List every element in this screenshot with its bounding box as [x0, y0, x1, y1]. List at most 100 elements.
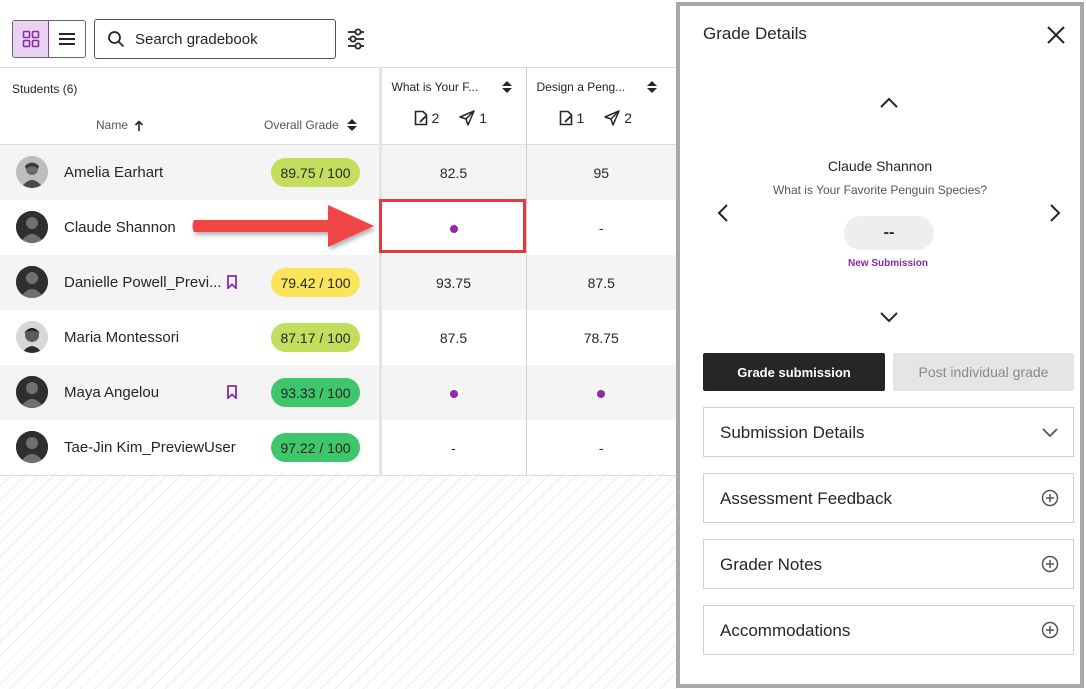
student-cell[interactable]: Maria Montessori 87.17 / 100	[0, 310, 382, 365]
name-header-label: Name	[96, 118, 129, 132]
accommodations-section[interactable]: Accommodations	[703, 605, 1074, 655]
empty-hatched-area	[0, 473, 676, 689]
submitted-count: 2	[604, 110, 632, 126]
grade-cell[interactable]: -	[525, 420, 676, 476]
post-individual-grade-button[interactable]: Post individual grade	[893, 353, 1074, 391]
grade-cell-new-submission[interactable]	[525, 365, 676, 420]
name-sort-button[interactable]: Name	[96, 118, 144, 132]
avatar	[16, 211, 48, 243]
table-header-row: Students (6) Name Overall Grade What is …	[0, 67, 676, 145]
grade-cell-new-submission[interactable]	[379, 200, 526, 255]
sort-icon	[346, 119, 357, 131]
table-row: Danielle Powell_Previ... 79.42 / 100 93.…	[0, 255, 676, 310]
student-name: Maya Angelou	[64, 384, 160, 401]
overall-grade-pill[interactable]: 89.75 / 100	[271, 158, 360, 187]
grade-details-panel: Grade Details Claude Shannon What is You…	[676, 2, 1084, 688]
grade-cell[interactable]: 87.5	[379, 310, 526, 365]
grid-icon	[22, 30, 39, 48]
submitted-count: 1	[459, 110, 487, 126]
chevron-down-icon[interactable]	[878, 310, 900, 326]
student-name: Danielle Powell_Previ...	[64, 274, 222, 291]
grade-value: --	[844, 216, 934, 250]
filter-button[interactable]	[346, 27, 366, 51]
chevron-right-icon[interactable]	[1048, 202, 1062, 224]
column-title: What is Your F...	[391, 80, 479, 94]
table-row: Tae-Jin Kim_PreviewUser 97.22 / 100 - -	[0, 420, 676, 476]
paper-plane-icon	[459, 110, 476, 126]
needs-grading-count: 2	[414, 110, 439, 126]
overall-grade-pill[interactable]: 97.22 / 100	[271, 433, 360, 462]
table-row: Maya Angelou 93.33 / 100	[0, 365, 676, 420]
students-count: Students (6)	[12, 82, 78, 96]
plus-circle-icon	[1041, 621, 1059, 639]
list-icon	[59, 33, 75, 45]
search-input[interactable]	[135, 30, 325, 48]
needs-grading-icon	[414, 110, 427, 126]
chevron-down-icon	[1042, 428, 1058, 438]
grade-cell-new-submission[interactable]	[379, 365, 526, 420]
selected-student-name: Claude Shannon	[827, 158, 933, 174]
overall-grade-pill[interactable]: 79.42 / 100	[271, 268, 360, 297]
grade-cell[interactable]: 87.5	[525, 255, 676, 310]
needs-grading-icon	[559, 110, 572, 126]
new-submission-dot	[449, 389, 458, 398]
selected-item-title: What is Your Favorite Penguin Species?	[772, 183, 988, 197]
grade-cell[interactable]: 95	[525, 144, 676, 200]
sort-icon	[646, 81, 657, 93]
student-name: Claude Shannon	[64, 219, 176, 236]
avatar	[16, 376, 48, 408]
needs-grading-count: 1	[559, 110, 584, 126]
column-title: Design a Peng...	[536, 80, 626, 94]
plus-circle-icon	[1041, 489, 1059, 507]
new-submission-dot	[597, 389, 606, 398]
student-cell[interactable]: Danielle Powell_Previ... 79.42 / 100	[0, 255, 382, 310]
students-header-cell: Students (6) Name Overall Grade	[0, 67, 382, 145]
overall-grade-sort-button[interactable]: Overall Grade	[264, 118, 357, 132]
search-icon	[108, 31, 125, 48]
filter-sliders-icon	[348, 28, 364, 50]
close-icon[interactable]	[1045, 24, 1067, 46]
student-cell[interactable]: Tae-Jin Kim_PreviewUser 97.22 / 100	[0, 420, 382, 476]
grade-cell[interactable]: 93.75	[379, 255, 526, 310]
panel-title: Grade Details	[703, 24, 807, 43]
grade-cell[interactable]: -	[525, 200, 676, 255]
plus-circle-icon	[1041, 555, 1059, 573]
search-box	[94, 19, 336, 59]
avatar	[16, 321, 48, 353]
grade-cell[interactable]: 82.5	[379, 144, 526, 200]
student-name: Tae-Jin Kim_PreviewUser	[64, 439, 236, 456]
sort-icon	[501, 81, 512, 93]
gradebook-toolbar	[12, 19, 366, 59]
student-name: Amelia Earhart	[64, 164, 164, 181]
avatar	[16, 156, 48, 188]
gradebook-area: Students (6) Name Overall Grade	[0, 0, 676, 689]
grader-notes-section[interactable]: Grader Notes	[703, 539, 1074, 589]
table-row: Amelia Earhart 89.75 / 100 82.5 95	[0, 144, 676, 200]
avatar	[16, 266, 48, 298]
view-toggle	[12, 20, 86, 58]
overall-grade-header-label: Overall Grade	[264, 118, 339, 132]
student-cell[interactable]: Amelia Earhart 89.75 / 100	[0, 144, 382, 200]
overall-grade-pill[interactable]: 93.33 / 100	[271, 378, 360, 407]
grid-view-button[interactable]	[13, 21, 49, 57]
list-view-button[interactable]	[49, 21, 85, 57]
overall-grade-pill[interactable]: 87.17 / 100	[271, 323, 360, 352]
gradebook-table: Students (6) Name Overall Grade What is …	[0, 67, 676, 476]
student-name: Maria Montessori	[64, 329, 180, 346]
grade-cell[interactable]: 78.75	[525, 310, 676, 365]
preview-user-icon	[227, 275, 237, 289]
column-header-design-penguin[interactable]: Design a Peng... 1 2	[525, 67, 676, 145]
arrow-up-icon	[134, 119, 144, 131]
assessment-feedback-section[interactable]: Assessment Feedback	[703, 473, 1074, 523]
submission-details-section[interactable]: Submission Details	[703, 407, 1074, 457]
chevron-left-icon[interactable]	[716, 202, 730, 224]
chevron-up-icon[interactable]	[878, 94, 900, 110]
grade-cell[interactable]: -	[379, 420, 526, 476]
column-header-penguin-species[interactable]: What is Your F... 2 1	[379, 67, 526, 145]
student-cell[interactable]: Maya Angelou 93.33 / 100	[0, 365, 382, 420]
paper-plane-icon	[604, 110, 621, 126]
table-row: Maria Montessori 87.17 / 100 87.5 78.75	[0, 310, 676, 365]
grade-submission-button[interactable]: Grade submission	[703, 353, 885, 391]
avatar	[16, 431, 48, 463]
callout-arrow	[192, 205, 374, 247]
